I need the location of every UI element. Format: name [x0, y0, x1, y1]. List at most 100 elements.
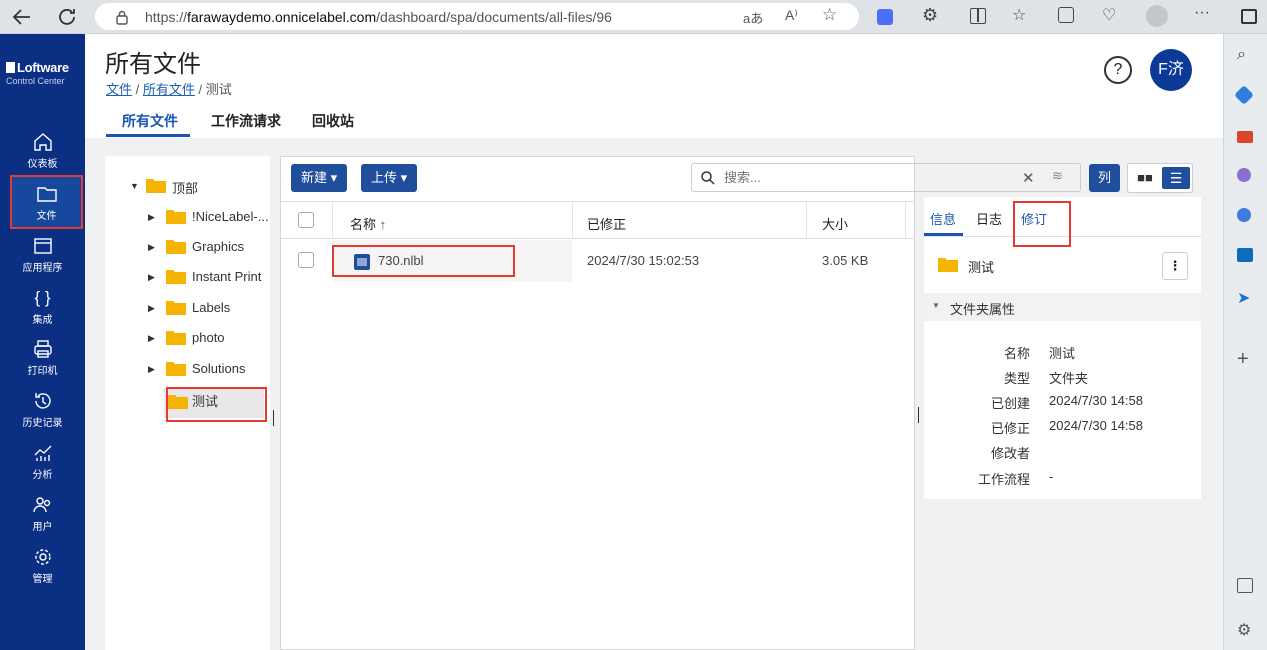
row-checkbox[interactable] [298, 252, 314, 268]
caret-right-icon[interactable]: ▶ [148, 333, 155, 344]
loftware-logo: Loftware Control Center [6, 60, 69, 86]
window-icon [33, 238, 52, 254]
nav-files[interactable]: 文件 [10, 175, 83, 229]
more-icon[interactable]: ··· [1194, 4, 1210, 22]
caret-right-icon[interactable]: ▶ [148, 364, 155, 375]
list-view-icon[interactable]: ☰ [1162, 167, 1190, 189]
gear-icon [34, 549, 51, 565]
help-icon[interactable]: ? [1104, 56, 1132, 84]
screenshot-icon[interactable] [1237, 578, 1253, 593]
clear-icon[interactable]: ✕ [1022, 169, 1035, 187]
collections-icon[interactable] [1058, 7, 1074, 23]
nav-applications[interactable]: 应用程序 [0, 235, 85, 285]
favorite-star-icon[interactable]: ☆ [822, 5, 837, 25]
nav-users[interactable]: 用户 [0, 494, 85, 544]
section-header[interactable]: ▼ 文件夹属性 [924, 293, 1201, 321]
nav-printers[interactable]: 打印机 [0, 338, 85, 388]
search-icon[interactable]: ⌕ [1237, 46, 1255, 64]
nav-label: 文件 [36, 211, 57, 222]
split-screen-icon[interactable] [970, 8, 986, 24]
filter-icon[interactable]: ≋ [1052, 168, 1063, 184]
games-icon[interactable] [1237, 168, 1251, 182]
nav-integrations[interactable]: { } 集成 [0, 287, 85, 337]
breadcrumb-separator: / [198, 82, 203, 97]
new-button[interactable]: 新建 ▾ [291, 164, 348, 192]
browser-sidebar: ⌕ ➤ + ⚙ [1223, 34, 1267, 650]
highlight-box [166, 387, 267, 422]
back-icon[interactable] [10, 5, 34, 29]
column-size[interactable]: 大小 [822, 214, 848, 233]
caret-right-icon[interactable]: ▶ [148, 242, 155, 253]
columns-button[interactable]: 列 [1089, 164, 1121, 192]
read-aloud-icon[interactable]: aあ [743, 8, 763, 27]
select-all-checkbox[interactable] [298, 212, 314, 228]
send-icon[interactable]: ➤ [1237, 288, 1255, 307]
splitter-handle[interactable] [918, 407, 919, 423]
settings-icon[interactable]: ⚙ [1237, 620, 1255, 639]
prop-key: 已修正 [990, 421, 1030, 436]
chart-icon [34, 445, 51, 461]
file-list-panel: 新建 ▾ 上传 ▾ ✕ ≋ 列 ■■ ☰ 名称 ↑ 已修正 大小 730.nlb… [280, 156, 1193, 650]
tab-log[interactable]: 日志 [976, 209, 1002, 228]
grid-view-icon[interactable]: ■■ [1131, 167, 1159, 189]
refresh-icon[interactable] [55, 5, 79, 29]
tab-workflow-requests[interactable]: 工作流请求 [211, 111, 281, 131]
folder-icon [36, 187, 57, 202]
column-divider [806, 202, 807, 239]
column-divider [572, 202, 573, 239]
profile-icon[interactable] [1146, 5, 1168, 27]
sidebar-toggle-icon[interactable] [1241, 9, 1257, 24]
folder-icon [938, 258, 958, 272]
prop-key: 类型 [1003, 371, 1030, 386]
upload-button[interactable]: 上传 ▾ [361, 164, 418, 192]
nav-analytics[interactable]: 分析 [0, 442, 85, 492]
splitter-handle[interactable] [273, 410, 274, 426]
search-box[interactable]: ✕ ≋ [691, 163, 1081, 192]
avatar[interactable]: F济 [1150, 49, 1192, 91]
breadcrumb-current: 测试 [205, 82, 232, 97]
nav-label: 集成 [32, 315, 53, 326]
tab-info[interactable]: 信息 [930, 209, 956, 228]
tree-label: Solutions [192, 361, 246, 376]
search-input[interactable] [724, 167, 1004, 187]
breadcrumb-files[interactable]: 文件 [106, 82, 132, 97]
tree-label: Labels [192, 300, 231, 315]
health-icon[interactable]: ♡ [1102, 5, 1116, 25]
folder-icon [146, 179, 166, 193]
column-modified[interactable]: 已修正 [587, 214, 626, 233]
copilot-icon[interactable] [1237, 208, 1251, 222]
address-bar[interactable]: https://farawaydemo.onnicelabel.com/dash… [95, 3, 859, 30]
breadcrumb-all-files[interactable]: 所有文件 [143, 82, 195, 97]
puzzle-icon[interactable]: ⚙ [922, 5, 938, 26]
tools-icon[interactable] [1237, 131, 1253, 143]
breadcrumb: 文件 / 所有文件 / 测试 [106, 79, 232, 98]
url-host: farawaydemo.onnicelabel.com [187, 9, 377, 25]
immersive-reader-icon[interactable]: A⁾ [785, 7, 798, 24]
more-options-icon[interactable]: ⋮ [1162, 252, 1188, 280]
caret-down-icon[interactable]: ▼ [130, 181, 139, 191]
tag-icon[interactable] [1234, 85, 1254, 105]
column-name-label: 名称 [350, 217, 377, 232]
url-text: https://farawaydemo.onnicelabel.com/dash… [145, 9, 612, 25]
page-title: 所有文件 [105, 51, 201, 78]
tab-recycle-bin[interactable]: 回收站 [312, 111, 354, 131]
highlight-box [1013, 201, 1071, 247]
file-modified: 2024/7/30 15:02:53 [587, 253, 700, 268]
prop-key: 名称 [1003, 346, 1030, 361]
caret-right-icon[interactable]: ▶ [148, 303, 155, 314]
favorites-icon[interactable]: ☆ [1012, 5, 1026, 25]
nav-dashboard[interactable]: 仪表板 [0, 131, 85, 181]
nav-history[interactable]: 历史记录 [0, 390, 85, 440]
nav-label: 用户 [32, 522, 53, 533]
add-icon[interactable]: + [1237, 348, 1255, 370]
outlook-icon[interactable] [1237, 248, 1253, 262]
tab-all-files[interactable]: 所有文件 [122, 111, 178, 131]
nav-admin[interactable]: 管理 [0, 546, 85, 596]
extension-icon[interactable] [877, 9, 893, 25]
column-name[interactable]: 名称 ↑ [350, 214, 386, 233]
caret-right-icon[interactable]: ▶ [148, 212, 155, 223]
nav-label: 历史记录 [22, 418, 63, 429]
column-divider [332, 202, 333, 239]
prop-value: - [1049, 469, 1054, 484]
caret-right-icon[interactable]: ▶ [148, 272, 155, 283]
